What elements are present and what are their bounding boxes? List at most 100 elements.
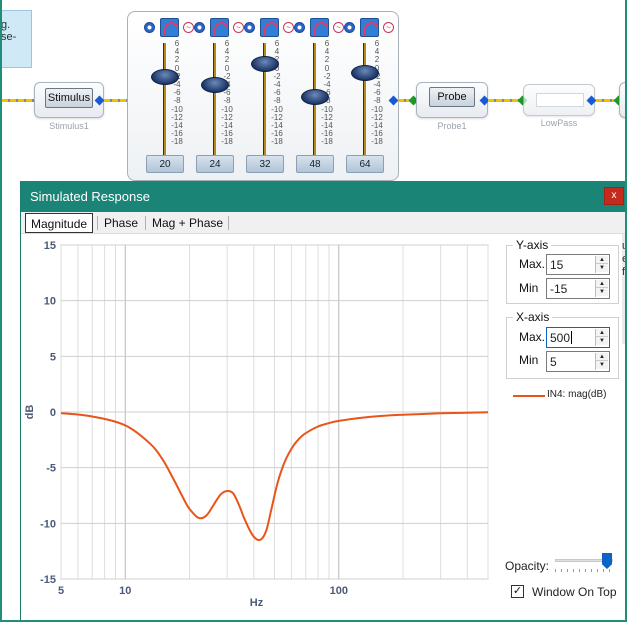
slider-ticks — [555, 569, 613, 572]
power-icon[interactable] — [194, 22, 205, 33]
slider-thumb[interactable] — [602, 553, 612, 569]
gain-tick-label: -18 — [171, 137, 183, 147]
gain-tick-label: -18 — [271, 137, 283, 147]
magnitude-plot[interactable]: 15 10 5 0 -5 -10 -15 5 10 100 Hz dB — [21, 234, 507, 622]
y-tick-label: -10 — [40, 518, 56, 530]
spin-down-icon[interactable]: ▼ — [596, 337, 608, 345]
plot-svg[interactable]: 151050-5-10-155 10 100HzdB — [21, 234, 507, 622]
band-frequency[interactable]: 24 — [196, 155, 234, 173]
dialog-titlebar[interactable]: Simulated Response x — [21, 181, 625, 212]
xaxis-max-value[interactable]: 500 — [550, 331, 570, 345]
peq-block: ~6420-2-4-6-8-10-12-14-16-18 20 ~6420-2-4-… — [127, 11, 399, 181]
legend-swatch — [513, 395, 545, 397]
wire-stimulus-peq — [104, 99, 128, 102]
close-button[interactable]: x — [604, 187, 624, 205]
spin-down-icon[interactable]: ▼ — [596, 288, 608, 296]
probe-button[interactable]: Probe — [429, 87, 475, 107]
lowpass-block[interactable] — [523, 84, 595, 116]
band-frequency[interactable]: 20 — [146, 155, 184, 173]
lowpass-display — [536, 93, 584, 107]
legend-entry: IN4: mag(dB) — [547, 389, 607, 400]
window-on-top-label[interactable]: Window On Top — [532, 585, 617, 599]
next-block[interactable] — [619, 82, 625, 118]
xaxis-min-value[interactable]: 5 — [550, 355, 557, 369]
tab-separator — [228, 216, 229, 230]
probe-block[interactable]: Probe — [416, 82, 488, 118]
power-icon[interactable] — [294, 22, 305, 33]
gain-slider-track[interactable] — [163, 43, 166, 163]
yaxis-group-title: Y-axis — [513, 238, 552, 252]
gain-slider-knob[interactable] — [198, 76, 232, 93]
peak-filter-icon[interactable] — [160, 18, 179, 37]
spin-up-icon[interactable]: ▲ — [596, 329, 608, 337]
stimulus-label: Stimulus1 — [49, 121, 89, 131]
opacity-label: Opacity: — [505, 559, 550, 573]
cut-text-line: u — [622, 240, 625, 253]
cut-text-line: e — [622, 253, 625, 266]
power-icon[interactable] — [344, 22, 355, 33]
gain-tick-label: -18 — [321, 137, 333, 147]
probe-label: Probe1 — [437, 121, 467, 131]
lowpass-label: LowPass — [540, 118, 578, 128]
gain-tick-label: -18 — [221, 137, 233, 147]
yaxis-min-spinner[interactable]: -15 ▲ ▼ — [546, 278, 610, 299]
peq-band: ~6420-2-4-6-8-10-12-14-16-1824 — [190, 18, 244, 178]
spin-down-icon[interactable]: ▼ — [596, 361, 608, 369]
yaxis-max-value[interactable]: 15 — [550, 258, 563, 272]
text-caret — [571, 331, 573, 344]
y-axis-label: dB — [24, 405, 36, 420]
tab-phase[interactable]: Phase — [99, 213, 143, 233]
y-tick-label: 5 — [50, 351, 56, 363]
xaxis-min-spinner[interactable]: 5 ▲ ▼ — [546, 351, 610, 372]
peak-filter-icon[interactable] — [360, 18, 379, 37]
peak-filter-icon[interactable] — [210, 18, 229, 37]
gain-slider-knob[interactable] — [298, 89, 332, 105]
y-tick-label: 15 — [44, 240, 56, 252]
xaxis-max-label: Max. — [519, 330, 546, 344]
app-window: g. se- Stimulus Stimulus1 ~6420-2-4-6-8-… — [0, 0, 627, 622]
spin-down-icon[interactable]: ▼ — [596, 264, 608, 272]
opacity-slider[interactable] — [555, 553, 617, 575]
yaxis-min-value[interactable]: -15 — [550, 282, 567, 296]
tab-separator — [145, 216, 146, 230]
y-tick-label: 10 — [44, 296, 56, 308]
gain-scale: 6420-2-4-6-8-10-12-14-16-18 — [220, 39, 234, 147]
power-icon[interactable] — [144, 22, 155, 33]
power-icon[interactable] — [244, 22, 255, 33]
gain-scale: 6420-2-4-6-8-10-12-14-16-18 — [170, 39, 184, 147]
peq-band: ~6420-2-4-6-8-10-12-14-16-1820 — [140, 18, 194, 178]
band-frequency[interactable]: 32 — [246, 155, 284, 173]
peak-filter-icon[interactable] — [260, 18, 279, 37]
stimulus-button[interactable]: Stimulus — [45, 88, 93, 108]
peak-filter-icon[interactable] — [310, 18, 329, 37]
view-tabbar: Magnitude Phase Mag + Phase — [21, 212, 625, 234]
gain-scale: 6420-2-4-6-8-10-12-14-16-18 — [270, 39, 284, 147]
wire-in — [2, 99, 34, 102]
band-frequency[interactable]: 64 — [346, 155, 384, 173]
x-tick-label: 5 — [58, 585, 64, 597]
yaxis-max-spinner[interactable]: 15 ▲ ▼ — [546, 254, 610, 275]
cut-text-line: ff — [622, 266, 625, 278]
yaxis-group: Y-axis Max. 15 ▲ ▼ Min -15 ▲ ▼ — [506, 238, 619, 304]
gain-slider-knob[interactable] — [148, 68, 182, 85]
gain-scale: 6420-2-4-6-8-10-12-14-16-18 — [370, 39, 384, 147]
gain-slider-knob[interactable] — [348, 64, 382, 81]
x-tick-label: 100 — [330, 585, 348, 597]
y-tick-label: -15 — [40, 574, 56, 586]
tab-mag-phase[interactable]: Mag + Phase — [147, 213, 228, 233]
spin-up-icon[interactable]: ▲ — [596, 280, 608, 288]
gain-slider-track[interactable] — [363, 43, 366, 163]
peq-band: ~6420-2-4-6-8-10-12-14-16-18 64 — [340, 18, 394, 178]
spin-up-icon[interactable]: ▲ — [596, 353, 608, 361]
window-on-top-checkbox[interactable]: ✓ — [511, 585, 524, 598]
tab-magnitude[interactable]: Magnitude — [25, 213, 94, 233]
xaxis-max-spinner[interactable]: 500 ▲ ▼ — [546, 327, 610, 348]
note-box[interactable]: g. se- — [2, 10, 32, 68]
xaxis-min-label: Min — [519, 353, 539, 367]
wave-icon[interactable]: ~ — [383, 22, 394, 33]
yaxis-min-label: Min — [519, 281, 539, 295]
band-frequency[interactable]: 48 — [296, 155, 334, 173]
tab-separator — [97, 216, 98, 230]
gain-slider-track[interactable] — [213, 43, 216, 163]
spin-up-icon[interactable]: ▲ — [596, 256, 608, 264]
